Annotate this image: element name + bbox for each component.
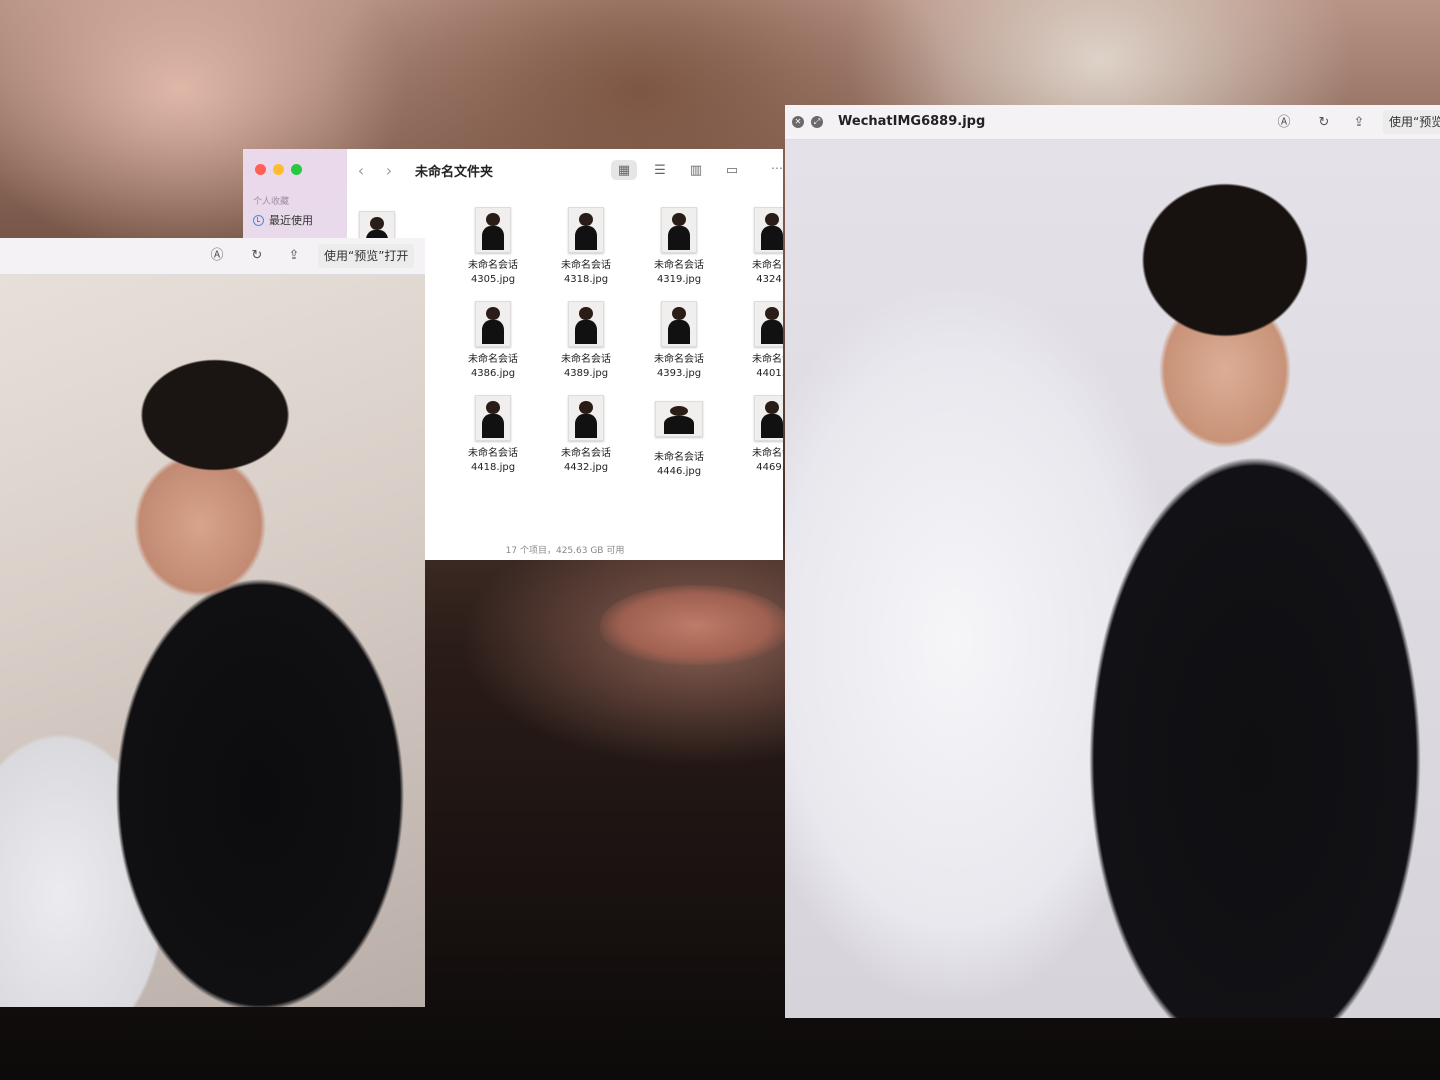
file-name: 未命名会话 4305.jpg xyxy=(468,260,518,285)
file-item[interactable]: 未命名会话 4305.jpg xyxy=(451,207,535,287)
image-thumbnail xyxy=(754,301,783,347)
zoom-button[interactable] xyxy=(291,164,302,175)
file-item[interactable]: 未命名会话 4386.jpg xyxy=(451,301,535,381)
file-name: 未命名会话 4318.jpg xyxy=(561,260,611,285)
image-thumbnail xyxy=(754,395,783,441)
file-item[interactable]: 未命名会话 4418.jpg xyxy=(451,395,535,475)
rotate-icon[interactable]: ↻ xyxy=(248,247,266,265)
file-name: 未命名会话 4319.jpg xyxy=(654,260,704,285)
share-icon[interactable]: ⇪ xyxy=(1350,114,1368,132)
column-view-button[interactable]: ▥ xyxy=(683,160,709,180)
traffic-lights xyxy=(255,164,302,175)
close-button[interactable] xyxy=(255,164,266,175)
file-item[interactable]: 未命名会话 4432.jpg xyxy=(544,395,628,475)
preview-toolbar: ✕ ⤢ WechatIMG6889.jpg Ⓐ ↻ ⇪ 使用“预览 xyxy=(785,105,1440,140)
preview-toolbar: Ⓐ ↻ ⇪ 使用“预览”打开 xyxy=(0,238,425,275)
background-photo-detail xyxy=(600,585,790,665)
fullscreen-icon[interactable]: ⤢ xyxy=(811,116,823,128)
folder-title: 未命名文件夹 xyxy=(415,164,494,180)
preview-image xyxy=(785,140,1440,1018)
image-thumbnail xyxy=(475,207,511,253)
forward-button[interactable]: › xyxy=(375,161,403,180)
file-item[interactable]: 未命名会 4401.j xyxy=(730,301,783,381)
file-item[interactable]: 未命名会话 4318.jpg xyxy=(544,207,628,287)
sidebar-item-recents[interactable]: 最近使用 xyxy=(253,212,313,228)
file-name: 未命名会话 4446.jpg xyxy=(654,452,704,477)
file-item[interactable]: 未命名会话 4389.jpg xyxy=(544,301,628,381)
file-name: 未命名会话 4432.jpg xyxy=(561,448,611,473)
image-thumbnail xyxy=(475,395,511,441)
view-switcher: ▦ ☰ ▥ ▭ xyxy=(611,160,745,180)
image-thumbnail xyxy=(568,395,604,441)
more-options-button[interactable]: ⋯ xyxy=(771,161,783,175)
open-with-preview-button[interactable]: 使用“预览”打开 xyxy=(318,244,415,268)
image-thumbnail xyxy=(655,401,703,437)
file-item[interactable]: 未命名会话 4393.jpg xyxy=(637,301,721,381)
file-name: 未命名会话 4418.jpg xyxy=(468,448,518,473)
back-button[interactable]: ‹ xyxy=(347,161,375,180)
file-name: 未命名会话 4386.jpg xyxy=(468,354,518,379)
preview-image xyxy=(0,275,425,1007)
quicklook-window-left: Ⓐ ↻ ⇪ 使用“预览”打开 xyxy=(0,238,425,1007)
share-icon[interactable]: ⇪ xyxy=(285,247,303,265)
rotate-icon[interactable]: ↻ xyxy=(1315,114,1333,132)
file-name: 未命名会 4324.j xyxy=(752,260,783,285)
file-item[interactable]: 未命名会 4469.j xyxy=(730,395,783,475)
image-thumbnail xyxy=(568,207,604,253)
image-thumbnail xyxy=(661,207,697,253)
file-name: 未命名会话 4389.jpg xyxy=(561,354,611,379)
markup-icon[interactable]: Ⓐ xyxy=(1275,114,1293,132)
minimize-button[interactable] xyxy=(273,164,284,175)
quicklook-window-right: ✕ ⤢ WechatIMG6889.jpg Ⓐ ↻ ⇪ 使用“预览 xyxy=(785,105,1440,1018)
clock-icon xyxy=(253,214,264,226)
image-thumbnail xyxy=(754,207,783,253)
file-item[interactable]: 未命名会 4324.j xyxy=(730,207,783,287)
close-icon[interactable]: ✕ xyxy=(792,116,804,128)
markup-icon[interactable]: Ⓐ xyxy=(208,247,226,265)
file-item[interactable]: 未命名会话 4319.jpg xyxy=(637,207,721,287)
file-item[interactable]: 未命名会话 4446.jpg xyxy=(637,395,721,479)
image-thumbnail xyxy=(661,301,697,347)
icon-view-button[interactable]: ▦ xyxy=(611,160,637,180)
finder-toolbar: ‹ › 未命名文件夹 ▦ ☰ ▥ ▭ ⋯ xyxy=(347,149,783,191)
list-view-button[interactable]: ☰ xyxy=(647,160,673,180)
sidebar-section-favorites: 个人收藏 xyxy=(253,197,290,207)
sidebar-item-label: 最近使用 xyxy=(269,214,313,227)
file-name: 未命名会 4469.j xyxy=(752,448,783,473)
open-with-preview-button[interactable]: 使用“预览 xyxy=(1383,110,1440,134)
gallery-view-button[interactable]: ▭ xyxy=(719,160,745,180)
image-thumbnail xyxy=(568,301,604,347)
file-name: 未命名会 4401.j xyxy=(752,354,783,379)
image-thumbnail xyxy=(475,301,511,347)
preview-title: WechatIMG6889.jpg xyxy=(838,114,986,129)
file-name: 未命名会话 4393.jpg xyxy=(654,354,704,379)
